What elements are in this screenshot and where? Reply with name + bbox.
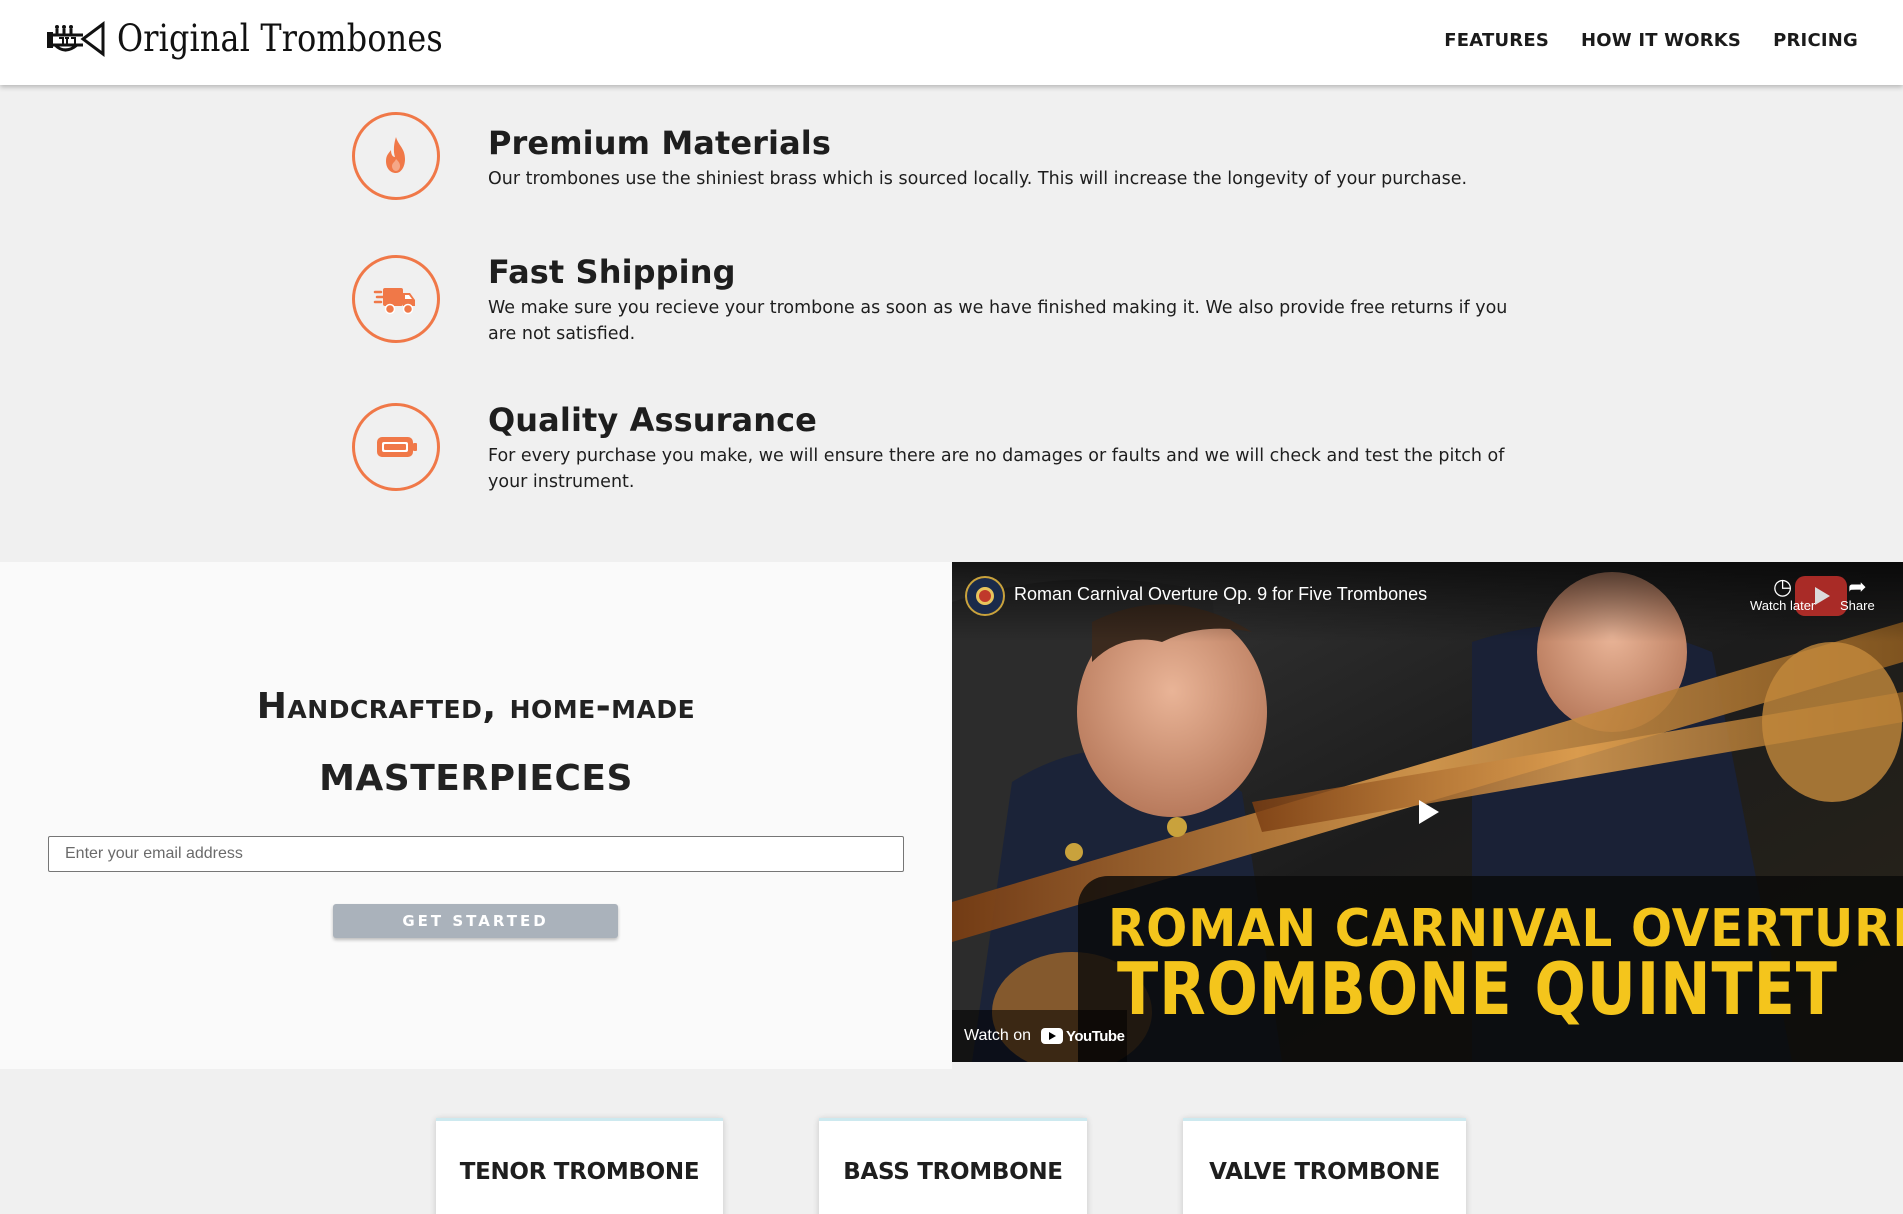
product-card-tenor[interactable]: TENOR TROMBONE — [436, 1118, 723, 1214]
clock-icon: ◷ — [1773, 574, 1793, 599]
share-icon: ➦ — [1848, 574, 1867, 599]
youtube-icon — [1041, 1028, 1063, 1044]
share-button[interactable]: ➦ Share — [1840, 574, 1875, 614]
product-title: TENOR TROMBONE — [459, 1159, 700, 1185]
share-label: Share — [1840, 598, 1875, 613]
feature-title: Fast Shipping — [488, 253, 736, 291]
channel-avatar[interactable] — [965, 576, 1005, 616]
feature-description: We make sure you recieve your trombone a… — [488, 298, 1508, 344]
nav-pricing[interactable]: PRICING — [1773, 30, 1858, 51]
product-title: BASS TROMBONE — [843, 1159, 1063, 1185]
nav-features[interactable]: FEATURES — [1444, 30, 1549, 51]
watch-on-label: Watch on — [964, 1027, 1031, 1044]
feature-icon-circle — [352, 112, 440, 200]
feature-title: Premium Materials — [488, 124, 832, 162]
video-title[interactable]: Roman Carnival Overture Op. 9 for Five T… — [1014, 584, 1427, 605]
watch-later-label: Watch later — [1750, 598, 1816, 613]
hero-title-line1: Handcrafted, home-made — [256, 686, 696, 727]
signup-section: Handcrafted, home-made MASTERPIECES GET … — [0, 562, 952, 1069]
truck-icon — [373, 288, 415, 315]
battery-icon — [377, 437, 417, 457]
hero-title-line2: MASTERPIECES — [319, 758, 633, 799]
play-icon[interactable] — [1419, 800, 1441, 826]
video-overlay-line2: TROMBONE QUINTET — [1117, 947, 1838, 1031]
watch-on-youtube-link[interactable]: Watch on YouTube — [952, 1010, 1127, 1062]
email-input[interactable] — [48, 836, 904, 872]
product-card-bass[interactable]: BASS TROMBONE — [819, 1118, 1087, 1214]
product-title: VALVE TROMBONE — [1209, 1159, 1440, 1185]
watch-later-button[interactable]: ◷ Watch later — [1750, 574, 1816, 614]
product-card-valve[interactable]: VALVE TROMBONE — [1183, 1118, 1466, 1214]
nav-how-it-works[interactable]: HOW IT WORKS — [1581, 30, 1741, 51]
feature-title: Quality Assurance — [488, 401, 817, 439]
feature-description: For every purchase you make, we will ens… — [488, 446, 1505, 492]
brand-name: Original Trombones — [117, 17, 443, 60]
main-nav: FEATURES HOW IT WORKS PRICING — [1444, 30, 1858, 51]
feature-description: Our trombones use the shiniest brass whi… — [488, 169, 1468, 189]
brand-logo[interactable]: Original Trombones — [45, 17, 496, 60]
trumpet-logo-icon — [47, 20, 105, 57]
youtube-video-embed[interactable]: Roman Carnival Overture Op. 9 for Five T… — [952, 562, 1903, 1062]
feature-icon-circle — [352, 403, 440, 491]
youtube-wordmark: YouTube — [1066, 1027, 1125, 1045]
fire-icon — [386, 137, 405, 173]
get-started-button[interactable]: GET STARTED — [333, 904, 618, 938]
feature-icon-circle — [352, 255, 440, 343]
youtube-logo: YouTube — [1041, 1027, 1125, 1045]
site-header: Original Trombones FEATURES HOW IT WORKS… — [0, 0, 1903, 85]
